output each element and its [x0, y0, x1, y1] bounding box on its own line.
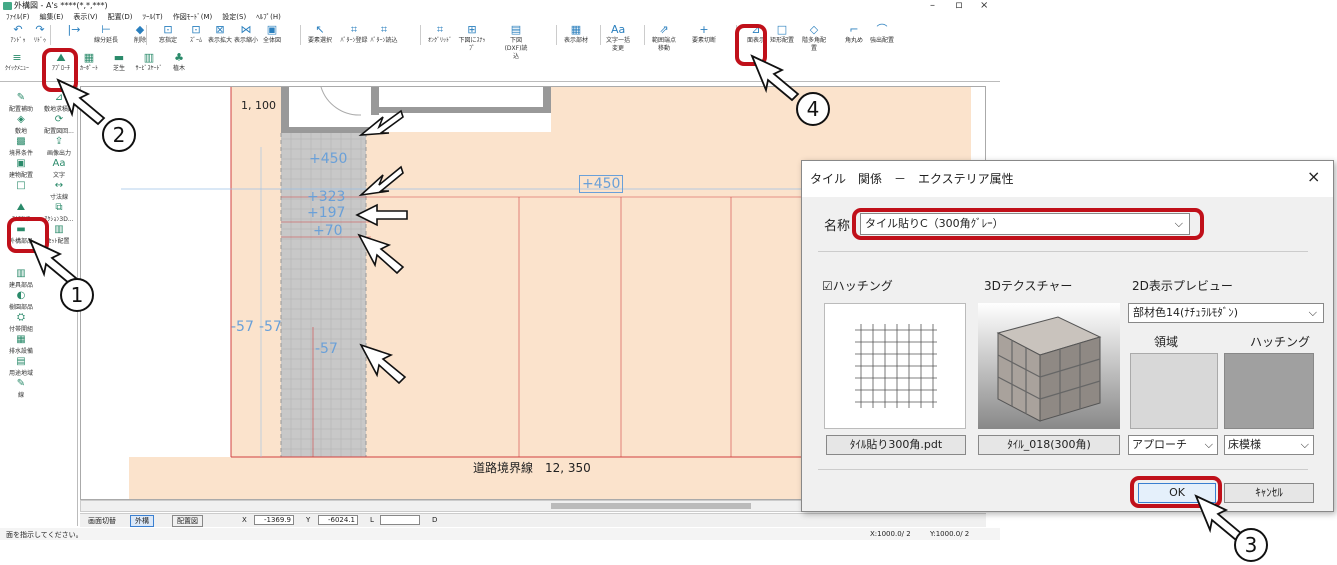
- callout-2: 2: [102, 118, 136, 152]
- callout-1: 1: [60, 278, 94, 312]
- pointer-icon: [56, 78, 106, 126]
- pointer-icon: [28, 238, 78, 286]
- callout-4: 4: [796, 92, 830, 126]
- pointer-icon: [1194, 494, 1244, 542]
- callout-pointers: [28, 54, 1244, 542]
- pointer-icon: [750, 54, 800, 102]
- callout-3: 3: [1234, 528, 1268, 562]
